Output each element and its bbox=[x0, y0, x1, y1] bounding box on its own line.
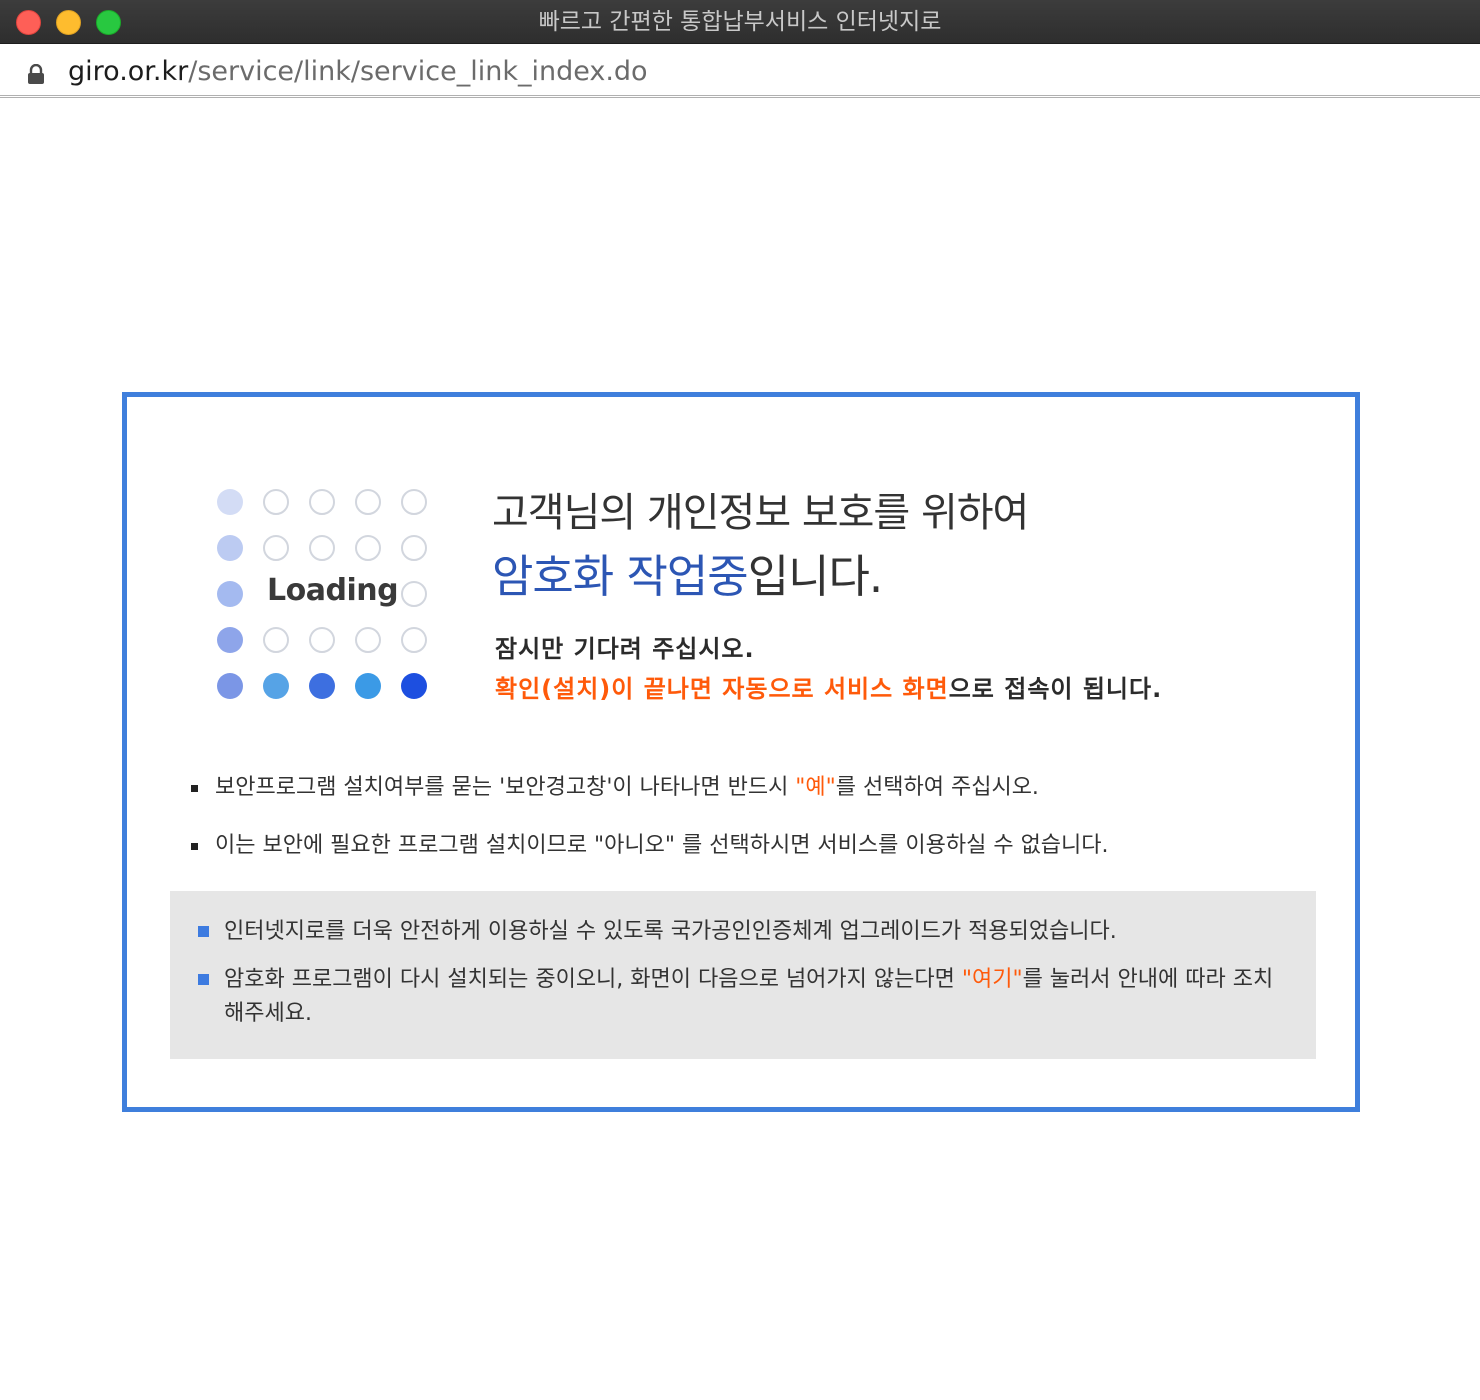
wait-notice-line2: 확인(설치)이 끝나면 자동으로 서비스 화면으로 접속이 됩니다. bbox=[495, 669, 1162, 709]
blue-square-icon bbox=[198, 926, 209, 937]
wait-notice-line1: 잠시만 기다려 주십시오. bbox=[495, 635, 755, 663]
wait-notice-rest: 으로 접속이 됩니다. bbox=[948, 675, 1163, 703]
loading-dot bbox=[309, 489, 335, 515]
bullet-text: 를 선택하여 주십시오. bbox=[835, 775, 1039, 800]
loading-dot bbox=[309, 627, 335, 653]
loading-dot bbox=[355, 627, 381, 653]
loading-dot bbox=[217, 489, 243, 515]
security-notice-panel: Loading 고객님의 개인정보 보호를 위하여 암호화 작업중입니다. 잠시… bbox=[122, 392, 1360, 1112]
wait-notice: 잠시만 기다려 주십시오. 확인(설치)이 끝나면 자동으로 서비스 화면으로 … bbox=[495, 629, 1162, 709]
info-box: 인터넷지로를 더욱 안전하게 이용하실 수 있도록 국가공인인증체계 업그레이드… bbox=[170, 891, 1316, 1059]
loading-dot bbox=[355, 489, 381, 515]
headline-highlight: 암호화 작업중 bbox=[492, 550, 749, 603]
address-bar[interactable]: giro.or.kr/service/link/service_link_ind… bbox=[0, 44, 1480, 98]
list-item: 인터넷지로를 더욱 안전하게 이용하실 수 있도록 국가공인인증체계 업그레이드… bbox=[198, 915, 1292, 949]
loading-dot bbox=[309, 535, 335, 561]
list-item: 암호화 프로그램이 다시 설치되는 중이오니, 화면이 다음으로 넘어가지 않는… bbox=[198, 963, 1292, 1031]
headline-line1: 고객님의 개인정보 보호를 위하여 bbox=[492, 490, 1029, 536]
bullet-text: 보안프로그램 설치여부를 묻는 '보안경고창'이 나타나면 반드시 bbox=[215, 775, 796, 800]
loading-dot bbox=[217, 627, 243, 653]
loading-dot bbox=[401, 581, 427, 607]
loading-dot bbox=[217, 581, 243, 607]
loading-dot bbox=[401, 673, 427, 699]
url-text[interactable]: giro.or.kr/service/link/service_link_ind… bbox=[68, 55, 648, 89]
loading-dot bbox=[355, 673, 381, 699]
loading-dot bbox=[309, 673, 335, 699]
info-text: 암호화 프로그램이 다시 설치되는 중이오니, 화면이 다음으로 넘어가지 않는… bbox=[224, 967, 962, 992]
loading-dot bbox=[401, 489, 427, 515]
info-text: 인터넷지로를 더욱 안전하게 이용하실 수 있도록 국가공인인증체계 업그레이드… bbox=[224, 919, 1117, 944]
here-link[interactable]: "여기" bbox=[962, 967, 1023, 992]
loading-dot bbox=[401, 535, 427, 561]
headline-line2: 암호화 작업중입니다. bbox=[492, 545, 1028, 609]
list-item: 보안프로그램 설치여부를 묻는 '보안경고창'이 나타나면 반드시 "예"를 선… bbox=[191, 773, 1301, 803]
headline: 고객님의 개인정보 보호를 위하여 암호화 작업중입니다. bbox=[492, 481, 1029, 609]
loading-dot bbox=[355, 535, 381, 561]
list-item: 이는 보안에 필요한 프로그램 설치이므로 "아니오" 를 선택하시면 서비스를… bbox=[191, 831, 1301, 861]
loading-dot bbox=[217, 535, 243, 561]
loading-dot bbox=[263, 489, 289, 515]
loading-indicator: Loading bbox=[217, 489, 437, 699]
lock-icon bbox=[28, 64, 44, 84]
loading-dot bbox=[263, 673, 289, 699]
bullet-square-icon bbox=[191, 843, 198, 850]
url-host: giro.or.kr bbox=[68, 56, 189, 87]
bullet-square-icon bbox=[191, 785, 198, 792]
window-titlebar: 빠르고 간편한 통합납부서비스 인터넷지로 bbox=[0, 0, 1480, 44]
security-bullet-list: 보안프로그램 설치여부를 묻는 '보안경고창'이 나타나면 반드시 "예"를 선… bbox=[191, 773, 1301, 889]
loading-label: Loading bbox=[267, 573, 399, 608]
loading-dot bbox=[217, 673, 243, 699]
loading-dot bbox=[263, 627, 289, 653]
wait-notice-highlight: 확인(설치)이 끝나면 자동으로 서비스 화면 bbox=[495, 675, 949, 703]
headline-rest: 입니다. bbox=[747, 550, 884, 603]
loading-dot bbox=[263, 535, 289, 561]
blue-square-icon bbox=[198, 974, 209, 985]
yes-highlight: "예" bbox=[795, 775, 836, 800]
url-path: /service/link/service_link_index.do bbox=[188, 56, 648, 87]
bullet-text: 이는 보안에 필요한 프로그램 설치이므로 "아니오" 를 선택하시면 서비스를… bbox=[215, 833, 1109, 858]
loading-dot bbox=[401, 627, 427, 653]
window-title: 빠르고 간편한 통합납부서비스 인터넷지로 bbox=[538, 9, 942, 35]
